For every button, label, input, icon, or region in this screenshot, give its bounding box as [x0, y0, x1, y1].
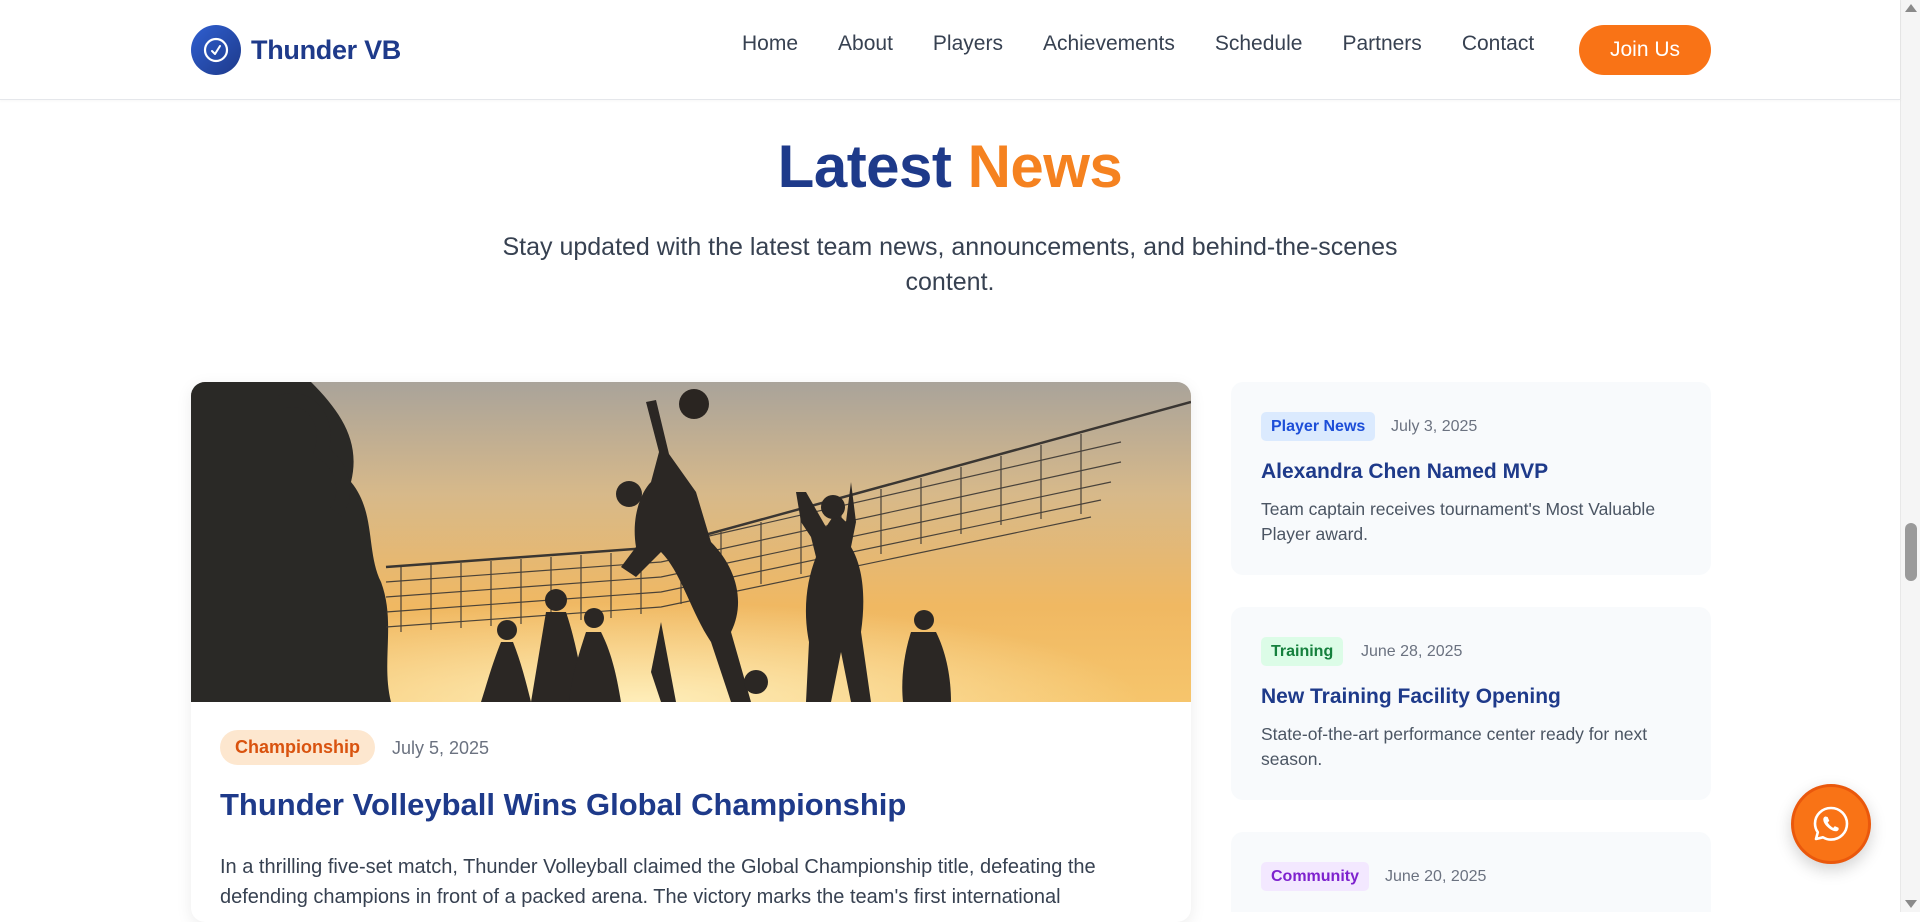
- volleyball-icon: [191, 25, 241, 75]
- side-news-card[interactable]: Training June 28, 2025 New Training Faci…: [1231, 607, 1711, 800]
- side-news-excerpt: Team captain receives tournament's Most …: [1261, 499, 1656, 544]
- nav-link-home[interactable]: Home: [742, 32, 798, 56]
- section-title: Latest News: [0, 132, 1900, 201]
- side-news-date: June 20, 2025: [1385, 868, 1487, 885]
- nav-link-achievements[interactable]: Achievements: [1043, 32, 1175, 56]
- side-news-title[interactable]: Alexandra Chen Named MVP: [1261, 460, 1548, 484]
- scrollbar-thumb[interactable]: [1905, 523, 1917, 581]
- side-news-card[interactable]: Player News July 3, 2025 Alexandra Chen …: [1231, 382, 1711, 575]
- featured-news-card[interactable]: Championship July 5, 2025 Thunder Volley…: [191, 382, 1191, 922]
- section-title-part2: News: [967, 133, 1123, 200]
- volleyball-sunset-photo: [191, 382, 1191, 702]
- side-news-category-badge[interactable]: Training: [1261, 637, 1344, 666]
- page-scrollbar[interactable]: [1900, 0, 1920, 912]
- nav-link-players[interactable]: Players: [933, 32, 1003, 56]
- scroll-down-arrow-icon[interactable]: [1905, 900, 1917, 908]
- side-news-card[interactable]: Community June 20, 2025: [1231, 832, 1711, 912]
- scroll-up-arrow-icon[interactable]: [1905, 4, 1917, 12]
- nav-link-schedule[interactable]: Schedule: [1215, 32, 1303, 56]
- side-news-date: June 28, 2025: [1361, 643, 1463, 660]
- main-nav: Home About Players Achievements Schedule…: [742, 32, 1574, 56]
- side-news-category-badge[interactable]: Community: [1261, 862, 1369, 891]
- side-news-date: July 3, 2025: [1391, 418, 1478, 435]
- featured-category-badge[interactable]: Championship: [220, 730, 375, 765]
- join-us-button[interactable]: Join Us: [1579, 25, 1711, 75]
- nav-link-about[interactable]: About: [838, 32, 893, 56]
- featured-headline[interactable]: Thunder Volleyball Wins Global Champions…: [220, 787, 906, 823]
- section-title-part1: Latest: [777, 133, 952, 200]
- side-news-title[interactable]: New Training Facility Opening: [1261, 685, 1561, 709]
- whatsapp-icon: [1813, 806, 1849, 841]
- nav-link-contact[interactable]: Contact: [1462, 32, 1534, 56]
- section-subtitle: Stay updated with the latest team news, …: [502, 233, 1398, 296]
- side-news-excerpt: State-of-the-art performance center read…: [1261, 724, 1648, 769]
- featured-date: July 5, 2025: [392, 738, 490, 758]
- brand-name: Thunder VB: [251, 34, 401, 65]
- side-news-category-badge[interactable]: Player News: [1261, 412, 1376, 441]
- whatsapp-chat-button[interactable]: [1791, 784, 1871, 864]
- brand-logo[interactable]: Thunder VB: [191, 25, 401, 75]
- nav-link-partners[interactable]: Partners: [1342, 32, 1421, 56]
- site-header: Thunder VB Home About Players Achievemen…: [0, 0, 1900, 100]
- featured-excerpt: In a thrilling five-set match, Thunder V…: [220, 856, 1096, 908]
